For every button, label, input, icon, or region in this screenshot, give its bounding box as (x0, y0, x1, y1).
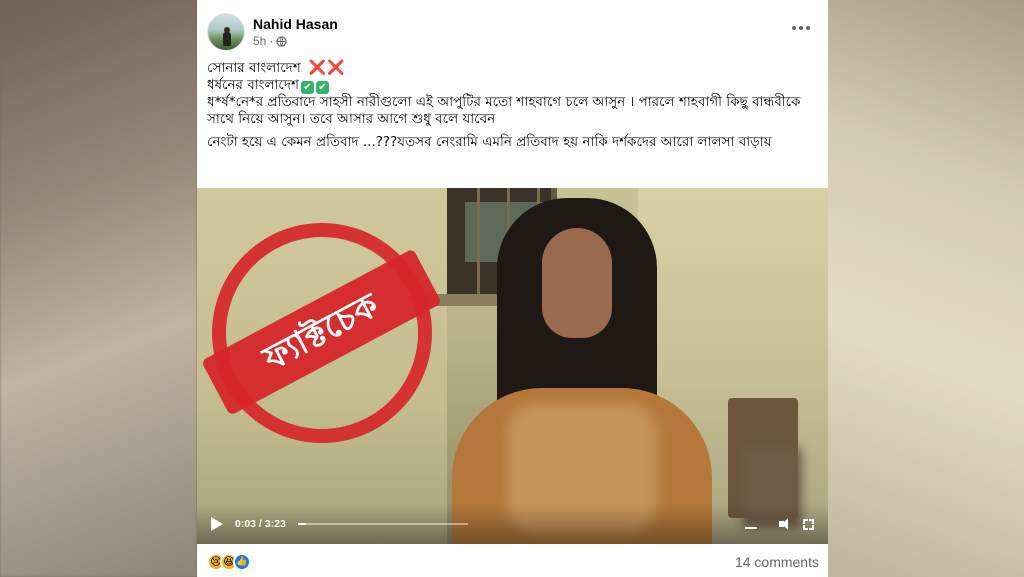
text-line-2-label: ধর্ষনের বাংলাদেশ (207, 77, 299, 93)
video-progress-fill (297, 523, 307, 525)
post-timestamp[interactable]: 5h (253, 33, 266, 49)
author-meta: Nahid Hasan 5h · (253, 15, 338, 49)
like-reaction-icon: 👍 (233, 553, 251, 571)
video-timecode: 0:03 / 3:23 (235, 518, 286, 530)
text-line-1-label: সোনার বাংলাদেশ (207, 60, 301, 76)
cross-mark-icon: ❌❌ (308, 60, 346, 76)
volume-icon[interactable] (779, 518, 793, 530)
fullscreen-icon[interactable] (803, 518, 814, 530)
post-text: সোনার বাংলাদেশ ❌❌ ধর্ষনের বাংলাদেশ ✔ ✔ ধ*র্… (207, 60, 819, 151)
background-right (828, 0, 1024, 577)
text-paragraph-1: ধ*র্ষ*নে*র প্রতিবাদে সাহসী নারীগুলো এই আ… (207, 94, 801, 127)
video-controls: 0:03 / 3:23 (197, 504, 828, 544)
avatar[interactable] (207, 13, 245, 51)
background-left (0, 0, 197, 577)
check-mark-icon: ✔ (300, 81, 314, 94)
author-name[interactable]: Nahid Hasan (253, 15, 338, 33)
post-footer: 😢 😆 👍 14 comments (207, 550, 819, 574)
time-row: 5h · (253, 33, 338, 49)
reaction-summary[interactable]: 😢 😆 👍 (207, 553, 251, 571)
comments-count[interactable]: 14 comments (735, 554, 819, 570)
globe-icon (276, 35, 288, 47)
person-face (542, 228, 612, 338)
video-player[interactable]: ফ্যাক্টচেক 0:03 / 3:23 (197, 188, 828, 544)
text-line-2: ধর্ষনের বাংলাদেশ ✔ ✔ (207, 77, 819, 94)
post-header: Nahid Hasan 5h · (207, 13, 338, 51)
text-line-1: সোনার বাংলাদেশ ❌❌ (207, 60, 819, 77)
text-paragraph-2: নেংটা হয়ে এ কেমন প্রতিবাদ ...???যতসব নে… (207, 134, 772, 150)
play-icon[interactable] (211, 517, 223, 531)
settings-icon[interactable] (745, 519, 757, 529)
separator: · (269, 34, 274, 48)
facebook-post: Nahid Hasan 5h · সোনার বাংলাদেশ ❌❌ ধর্ষনে… (197, 0, 828, 577)
video-progress-bar[interactable] (297, 523, 468, 525)
more-horizontal-icon[interactable] (792, 24, 810, 32)
check-mark-icon: ✔ (315, 81, 329, 94)
